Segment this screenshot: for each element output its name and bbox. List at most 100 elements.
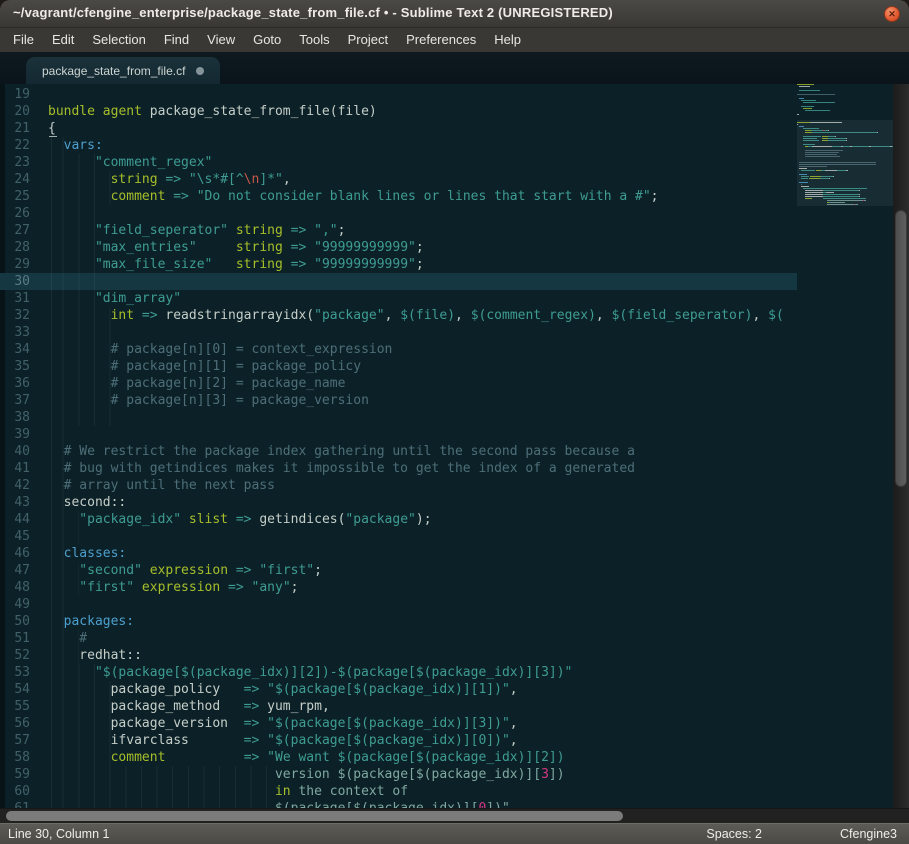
- code-line[interactable]: 61$(package[$(package_idx)][0])": [0, 800, 797, 808]
- code-line[interactable]: 37# package[n][3] = package_version: [0, 392, 797, 409]
- code-token: "max_entries": [95, 240, 197, 255]
- menu-item-goto[interactable]: Goto: [244, 28, 290, 52]
- vertical-scrollbar[interactable]: [893, 84, 909, 808]
- line-number: 40: [0, 443, 30, 460]
- code-line[interactable]: 23"comment_regex": [0, 154, 797, 171]
- code-token: {: [48, 121, 56, 136]
- indent-guide: [48, 766, 275, 783]
- close-button[interactable]: ✕: [884, 6, 900, 22]
- code-line[interactable]: 50packages:: [0, 613, 797, 630]
- code-line[interactable]: 31"dim_array": [0, 290, 797, 307]
- code-line[interactable]: 22vars:: [0, 137, 797, 154]
- menu-item-preferences[interactable]: Preferences: [397, 28, 485, 52]
- code-token: "field_seperator": [95, 223, 228, 238]
- indent-guide: [48, 239, 95, 256]
- code-token: => ",": [283, 223, 338, 238]
- line-number: 43: [0, 494, 30, 511]
- line-number: 29: [0, 256, 30, 273]
- menu-item-tools[interactable]: Tools: [290, 28, 338, 52]
- code-line[interactable]: 43second::: [0, 494, 797, 511]
- code-line[interactable]: 47"second" expression => "first";: [0, 562, 797, 579]
- line-number: 55: [0, 698, 30, 715]
- code-line[interactable]: 58comment => "We want $(package[$(packag…: [0, 749, 797, 766]
- indent-guide: [48, 154, 95, 171]
- code-line[interactable]: 21{: [0, 120, 797, 137]
- code-line[interactable]: 55package_method => yum_rpm,: [0, 698, 797, 715]
- editor[interactable]: 1920bundle agent package_state_from_file…: [0, 84, 909, 808]
- line-number: 54: [0, 681, 30, 698]
- code-line[interactable]: 36# package[n][2] = package_name: [0, 375, 797, 392]
- code-line[interactable]: 38: [0, 409, 797, 426]
- vertical-scrollbar-thumb[interactable]: [895, 210, 907, 487]
- code-line[interactable]: 25comment => "Do not consider blank line…: [0, 188, 797, 205]
- code-line[interactable]: 29"max_file_size" string => "99999999999…: [0, 256, 797, 273]
- code-line[interactable]: 52redhat::: [0, 647, 797, 664]
- minimap-viewport[interactable]: [797, 120, 893, 206]
- code-line[interactable]: 44"package_idx" slist => getindices("pac…: [0, 511, 797, 528]
- code-line[interactable]: 40# We restrict the package index gather…: [0, 443, 797, 460]
- code-token: => "Do not consider blank lines or lines…: [165, 189, 650, 204]
- code-line[interactable]: 26: [0, 205, 797, 222]
- line-number: 46: [0, 545, 30, 562]
- line-number: 47: [0, 562, 30, 579]
- code-line[interactable]: 49: [0, 596, 797, 613]
- line-number: 28: [0, 239, 30, 256]
- code-line[interactable]: 19: [0, 86, 797, 103]
- code-line[interactable]: 34# package[n][0] = context_expression: [0, 341, 797, 358]
- menu-item-file[interactable]: File: [4, 28, 43, 52]
- code-line[interactable]: 32int => readstringarrayidx("package", $…: [0, 307, 797, 324]
- indent-guide: [48, 528, 79, 545]
- code-token: #: [79, 631, 87, 646]
- menu-item-help[interactable]: Help: [485, 28, 530, 52]
- indent-guide: [48, 562, 79, 579]
- code-token: => "any": [220, 580, 290, 595]
- indent-guide: [48, 273, 95, 290]
- code-line[interactable]: 54package_policy => "$(package[$(package…: [0, 681, 797, 698]
- code-token: ,: [455, 308, 471, 323]
- code-line[interactable]: 28"max_entries" string => "99999999999";: [0, 239, 797, 256]
- menu-item-edit[interactable]: Edit: [43, 28, 83, 52]
- code-line[interactable]: 56package_version => "$(package[$(packag…: [0, 715, 797, 732]
- code-line[interactable]: 42# array until the next pass: [0, 477, 797, 494]
- code-line[interactable]: 41# bug with getindices makes it impossi…: [0, 460, 797, 477]
- code-line[interactable]: 24string => "\s*#[^\n]*",: [0, 171, 797, 188]
- code-line[interactable]: 20bundle agent package_state_from_file(f…: [0, 103, 797, 120]
- menu-item-view[interactable]: View: [198, 28, 244, 52]
- tab-active[interactable]: package_state_from_file.cf: [26, 57, 220, 84]
- code-line[interactable]: 39: [0, 426, 797, 443]
- code-line[interactable]: 53"$(package[$(package_idx)][2])-$(packa…: [0, 664, 797, 681]
- menu-item-project[interactable]: Project: [339, 28, 397, 52]
- horizontal-scrollbar-thumb[interactable]: [6, 811, 623, 821]
- code-line[interactable]: 60in the context of: [0, 783, 797, 800]
- code-line[interactable]: 51#: [0, 630, 797, 647]
- spaces-indicator[interactable]: Spaces: 2: [706, 827, 762, 841]
- code-line[interactable]: 59version $(package[$(package_idx)][3]): [0, 766, 797, 783]
- indent-guide: [48, 698, 111, 715]
- tab-bar: package_state_from_file.cf: [0, 52, 909, 84]
- code-area[interactable]: 1920bundle agent package_state_from_file…: [0, 86, 797, 808]
- code-token: ;: [416, 240, 424, 255]
- menu-item-find[interactable]: Find: [155, 28, 198, 52]
- line-number: 19: [0, 86, 30, 103]
- title-bar[interactable]: ~/vagrant/cfengine_enterprise/package_st…: [0, 0, 909, 28]
- code-line[interactable]: 27"field_seperator" string => ",";: [0, 222, 797, 239]
- code-token: # bug with getindices makes it impossibl…: [64, 461, 635, 476]
- menu-item-selection[interactable]: Selection: [83, 28, 154, 52]
- code-line[interactable]: 33: [0, 324, 797, 341]
- code-line[interactable]: 45: [0, 528, 797, 545]
- code-token: package_state_from_file(file): [142, 104, 377, 119]
- code-token: slist: [189, 512, 228, 527]
- indent-guide: [48, 256, 95, 273]
- code-line[interactable]: 30: [0, 273, 797, 290]
- syntax-indicator[interactable]: Cfengine3: [840, 827, 897, 841]
- indent-guide: [48, 800, 275, 808]
- code-line[interactable]: 46classes:: [0, 545, 797, 562]
- minimap[interactable]: [797, 84, 893, 808]
- line-number: 38: [0, 409, 30, 426]
- code-line[interactable]: 57ifvarclass => "$(package[$(package_idx…: [0, 732, 797, 749]
- code-token: ;: [338, 223, 346, 238]
- horizontal-scrollbar[interactable]: [0, 808, 909, 823]
- code-line[interactable]: 35# package[n][1] = package_policy: [0, 358, 797, 375]
- code-line[interactable]: 48"first" expression => "any";: [0, 579, 797, 596]
- line-number: 30: [0, 273, 30, 290]
